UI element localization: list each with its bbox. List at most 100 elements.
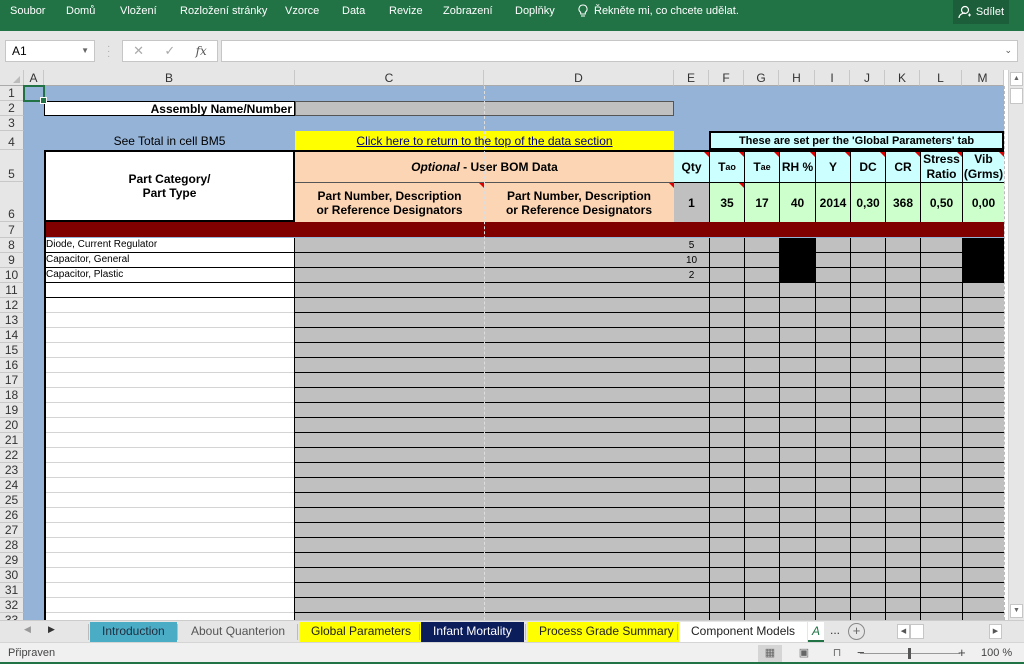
chevron-down-icon[interactable]: ▼ xyxy=(81,46,89,55)
zoom-in-button[interactable]: + xyxy=(958,645,966,660)
row-header[interactable]: 27 xyxy=(0,523,24,538)
param-cell[interactable] xyxy=(815,343,850,358)
param-cell[interactable] xyxy=(920,433,962,448)
zoom-level[interactable]: 100 % xyxy=(981,647,1012,659)
part-type-cell[interactable] xyxy=(44,538,295,553)
part-type-cell[interactable] xyxy=(44,403,295,418)
param-cell[interactable] xyxy=(885,388,920,403)
param-cell[interactable] xyxy=(815,298,850,313)
param-cell[interactable] xyxy=(920,328,962,343)
param-cell[interactable] xyxy=(744,598,779,613)
param-cell[interactable] xyxy=(962,523,1004,538)
param-cell[interactable] xyxy=(885,538,920,553)
param-cell[interactable] xyxy=(779,553,815,568)
param-cell[interactable] xyxy=(709,448,744,463)
param-cell[interactable] xyxy=(744,343,779,358)
row-header[interactable]: 14 xyxy=(0,328,24,343)
cancel-icon[interactable]: ✕ xyxy=(133,43,144,59)
tab-page-layout[interactable]: Rozložení stránky xyxy=(180,5,267,17)
qty-cell[interactable] xyxy=(674,508,709,523)
column-header[interactable]: H xyxy=(779,70,815,86)
param-value[interactable]: 35 xyxy=(709,182,744,222)
param-cell[interactable] xyxy=(779,493,815,508)
param-cell[interactable] xyxy=(709,613,744,620)
part-type-cell[interactable] xyxy=(44,508,295,523)
param-cell[interactable] xyxy=(779,463,815,478)
param-cell[interactable] xyxy=(709,283,744,298)
tell-me-box[interactable]: Řekněte mi, co chcete udělat. xyxy=(578,4,739,17)
param-cell[interactable] xyxy=(885,253,920,268)
active-cell-A1[interactable] xyxy=(23,85,47,104)
row-header[interactable]: 30 xyxy=(0,568,24,583)
param-cell[interactable] xyxy=(709,388,744,403)
param-value[interactable]: 368 xyxy=(885,182,920,222)
part-type-cell[interactable] xyxy=(44,358,295,373)
row-header[interactable]: 26 xyxy=(0,508,24,523)
h-scroll-thumb[interactable] xyxy=(910,624,924,639)
param-cell[interactable] xyxy=(709,418,744,433)
row-header[interactable]: 22 xyxy=(0,448,24,463)
param-cell[interactable] xyxy=(709,253,744,268)
row-header[interactable]: 5 xyxy=(0,150,24,182)
qty-cell[interactable] xyxy=(674,553,709,568)
param-cell[interactable] xyxy=(962,358,1004,373)
qty-cell[interactable] xyxy=(674,538,709,553)
param-cell[interactable] xyxy=(744,388,779,403)
tab-insert[interactable]: Vložení xyxy=(120,5,157,17)
part-type-cell[interactable] xyxy=(44,313,295,328)
param-cell[interactable] xyxy=(815,478,850,493)
param-cell[interactable] xyxy=(885,313,920,328)
tab-home[interactable]: Domů xyxy=(66,5,95,17)
part-type-cell[interactable] xyxy=(44,373,295,388)
page-break-view-icon[interactable]: ⊓ xyxy=(825,645,849,662)
param-cell[interactable] xyxy=(709,358,744,373)
param-cell[interactable] xyxy=(815,508,850,523)
name-box[interactable]: A1 ▼ xyxy=(5,40,95,62)
part-type-cell[interactable] xyxy=(44,523,295,538)
param-cell[interactable] xyxy=(744,508,779,523)
param-cell[interactable] xyxy=(885,403,920,418)
sheet-tab[interactable]: A xyxy=(808,622,825,642)
param-cell[interactable] xyxy=(850,448,885,463)
param-value[interactable]: 40 xyxy=(779,182,815,222)
row-header[interactable]: 29 xyxy=(0,553,24,568)
param-cell[interactable] xyxy=(962,298,1004,313)
sheet-tab[interactable]: Component Models xyxy=(679,622,808,642)
param-cell[interactable] xyxy=(962,478,1004,493)
qty-cell[interactable] xyxy=(674,373,709,388)
column-header[interactable]: L xyxy=(920,70,962,86)
qty-cell[interactable] xyxy=(674,403,709,418)
param-cell[interactable] xyxy=(709,493,744,508)
param-cell[interactable] xyxy=(815,313,850,328)
part-type-cell[interactable] xyxy=(44,283,295,298)
formula-input[interactable]: ⌄ xyxy=(221,40,1018,62)
param-cell[interactable] xyxy=(920,613,962,620)
param-cell[interactable] xyxy=(815,388,850,403)
param-cell[interactable] xyxy=(709,538,744,553)
qty-cell[interactable] xyxy=(674,493,709,508)
param-cell[interactable] xyxy=(744,538,779,553)
param-value[interactable]: 0,00 xyxy=(962,182,1004,222)
param-cell[interactable] xyxy=(850,598,885,613)
param-cell[interactable] xyxy=(920,523,962,538)
part-type-cell[interactable]: Capacitor, Plastic xyxy=(44,268,295,283)
qty-cell[interactable] xyxy=(674,478,709,493)
qty-cell[interactable] xyxy=(674,328,709,343)
param-cell[interactable] xyxy=(962,418,1004,433)
row-header[interactable]: 2 xyxy=(0,101,24,116)
prev-sheet-icon[interactable]: ◀ xyxy=(24,624,31,635)
tab-view[interactable]: Zobrazení xyxy=(443,5,493,17)
param-cell[interactable] xyxy=(815,538,850,553)
row-header[interactable]: 11 xyxy=(0,283,24,298)
param-cell[interactable] xyxy=(850,463,885,478)
enter-icon[interactable]: ✓ xyxy=(164,43,175,59)
param-cell[interactable] xyxy=(744,613,779,620)
param-cell[interactable] xyxy=(962,568,1004,583)
row-header[interactable]: 24 xyxy=(0,478,24,493)
row-header[interactable]: 1 xyxy=(0,86,24,101)
horizontal-scrollbar[interactable]: ◀ ▶ xyxy=(897,624,1004,640)
row-header[interactable]: 20 xyxy=(0,418,24,433)
param-cell[interactable] xyxy=(709,553,744,568)
qty-cell[interactable] xyxy=(674,613,709,620)
param-cell[interactable] xyxy=(779,388,815,403)
